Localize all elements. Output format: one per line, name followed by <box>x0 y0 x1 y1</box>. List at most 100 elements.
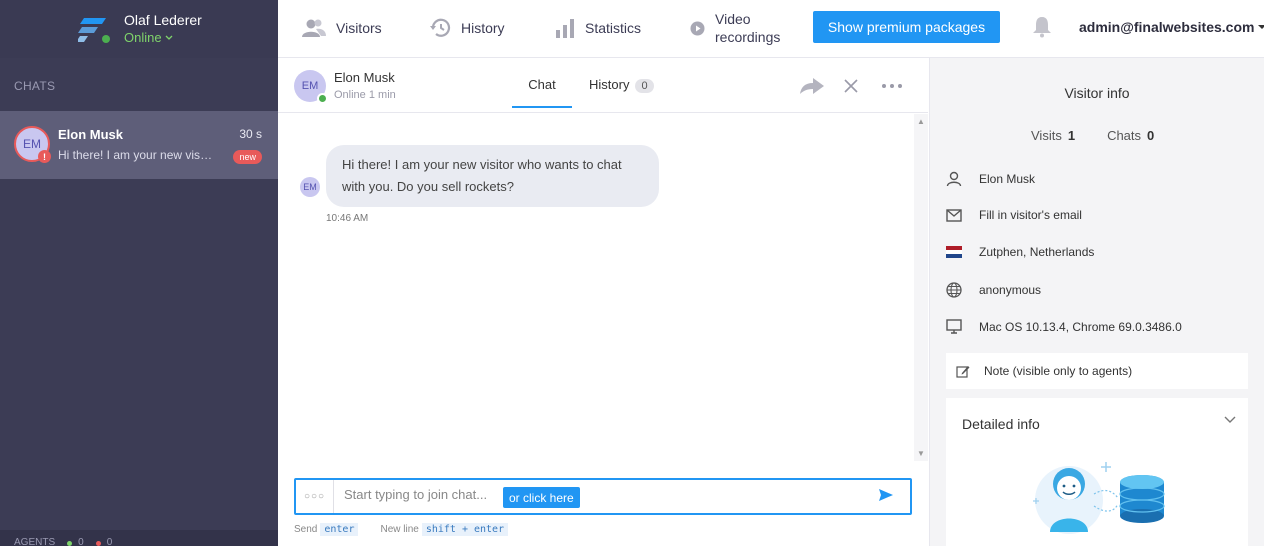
visitor-system: Mac OS 10.13.4, Chrome 69.0.3486.0 <box>979 319 1182 334</box>
nav-video-recordings[interactable]: Video recordings <box>690 0 780 56</box>
offline-dot-icon <box>95 541 101 546</box>
nav-statistics[interactable]: Statistics <box>555 0 641 56</box>
message-composer: ○○○ or click here <box>294 478 912 515</box>
visitor-location-row: Zutphen, Netherlands <box>946 245 1094 259</box>
agents-status-bar[interactable]: AGENTS 0 0 <box>0 530 278 546</box>
chat-item-name: Elon Musk <box>58 127 124 142</box>
play-icon <box>690 21 705 35</box>
monitor-icon <box>946 319 962 334</box>
visitor-info-title: Visitor info <box>1064 85 1130 101</box>
agents-online-count: 0 <box>78 537 84 546</box>
nav-history-label: History <box>461 20 505 36</box>
online-dot-icon <box>67 541 73 546</box>
email-icon <box>946 208 962 222</box>
nav-visitors[interactable]: Visitors <box>302 0 382 56</box>
nav-history[interactable]: History <box>429 0 505 56</box>
history-icon <box>430 18 451 37</box>
forward-icon[interactable] <box>799 77 825 95</box>
visitor-email-field: Fill in visitor's email <box>979 208 1082 222</box>
bell-icon[interactable] <box>1032 16 1052 38</box>
detailed-info-section[interactable]: Detailed info <box>946 398 1248 546</box>
agent-name: Olaf Lederer <box>124 12 202 28</box>
app-logo-icon <box>78 18 110 43</box>
visits-label: Visits <box>1031 128 1062 143</box>
scroll-up-icon[interactable]: ▲ <box>917 117 925 126</box>
history-count-badge: 0 <box>635 79 654 93</box>
visits-value: 1 <box>1067 128 1076 143</box>
chevron-down-icon[interactable] <box>1224 416 1236 424</box>
visitor-info-panel: Visitor info Visits 1 Chats 0 Elon Musk Fi… <box>929 58 1264 546</box>
caret-down-icon <box>1258 25 1264 29</box>
visitor-location: Zutphen, Netherlands <box>979 245 1095 259</box>
visitor-identity-row: anonymous <box>946 282 1041 298</box>
tab-chat-label: Chat <box>528 77 556 92</box>
keyboard-hints: Send enter New line shift + enter <box>294 523 509 536</box>
join-chat-button[interactable]: or click here <box>503 487 580 508</box>
nav-video-label: Video recordings <box>715 10 780 46</box>
nav-statistics-label: Statistics <box>585 20 642 36</box>
message-bubble: Hi there! I am your new visitor who want… <box>326 145 659 207</box>
agent-note-field[interactable]: Note (visible only to agents) <box>946 353 1248 389</box>
chat-item-time: 30 s <box>239 127 262 141</box>
detailed-info-title: Detailed info <box>962 416 1040 432</box>
agent-status-dropdown[interactable]: Online <box>124 29 202 47</box>
chat-scrollbar[interactable]: ▲ ▼ <box>914 114 928 461</box>
top-navigation: Visitors History Statistics Video record… <box>278 0 1264 58</box>
visitor-system-row: Mac OS 10.13.4, Chrome 69.0.3486.0 <box>946 319 1182 334</box>
tab-history[interactable]: History 0 <box>589 77 654 93</box>
hint-send-key: enter <box>320 523 359 536</box>
agent-note-label: Note (visible only to agents) <box>984 364 1133 378</box>
visitor-name-row: Elon Musk <box>946 171 1035 187</box>
agent-status-label: Online <box>124 30 162 45</box>
agent-info: Olaf Lederer Online <box>124 11 202 47</box>
hint-newline-key: shift + enter <box>421 523 509 536</box>
hint-send-label: Send <box>294 524 318 535</box>
chats-section-label: CHATS <box>14 79 56 93</box>
message-input[interactable] <box>344 487 499 502</box>
scroll-down-icon[interactable]: ▼ <box>917 449 925 458</box>
netherlands-flag-icon <box>946 246 962 258</box>
user-icon <box>946 171 962 187</box>
nav-visitors-label: Visitors <box>336 20 382 36</box>
nav-video-label-line2: recordings <box>715 29 781 45</box>
chat-messages-area[interactable]: EM Hi there! I am your new visitor who w… <box>278 114 914 461</box>
chat-item-preview: Hi there! I am your new visitor who want… <box>58 148 213 162</box>
account-email: admin@finalwebsites.com <box>1079 19 1255 35</box>
statistics-icon <box>556 19 574 38</box>
visitor-online-duration: Online 1 min <box>334 89 396 101</box>
visitor-email-row[interactable]: Fill in visitor's email <box>946 208 1082 222</box>
close-icon[interactable] <box>844 79 858 93</box>
left-sidebar: Olaf Lederer Online CHATS EM ! Elon Musk… <box>0 0 278 546</box>
online-indicator-icon <box>317 93 328 104</box>
tab-history-label: History <box>589 77 630 92</box>
hint-newline-label: New line <box>380 524 419 535</box>
agents-offline-count: 0 <box>106 537 113 546</box>
message-time: 10:46 AM <box>326 213 369 224</box>
account-menu[interactable]: admin@finalwebsites.com <box>1079 19 1264 35</box>
more-options-icon[interactable] <box>882 84 902 88</box>
chat-header: EM Elon Musk Online 1 min Chat History 0 <box>278 58 928 113</box>
chats-value: 0 <box>1147 128 1155 143</box>
show-premium-packages-button[interactable]: Show premium packages <box>813 11 1000 43</box>
alert-icon: ! <box>38 150 51 163</box>
visits-stat: Visits 1 <box>1031 128 1075 143</box>
visitor-stats: Visits 1 Chats 0 <box>1031 128 1154 143</box>
message-avatar: EM <box>300 177 320 197</box>
visitors-icon <box>302 19 326 37</box>
visitor-name: Elon Musk <box>979 172 1036 186</box>
composer-options-icon[interactable]: ○○○ <box>296 480 334 513</box>
chat-list-item[interactable]: EM ! Elon Musk 30 s Hi there! I am your … <box>0 111 278 179</box>
chats-stat: Chats 0 <box>1107 128 1154 143</box>
chevron-down-icon <box>165 35 173 40</box>
globe-icon <box>946 282 962 298</box>
tab-chat[interactable]: Chat <box>512 77 572 108</box>
agents-label: AGENTS <box>14 537 56 546</box>
visitor-name-header: Elon Musk <box>334 70 395 85</box>
nav-video-label-line1: Video <box>715 11 751 27</box>
new-badge: new <box>233 150 262 164</box>
edit-icon <box>956 365 970 378</box>
chats-label: Chats <box>1107 128 1142 143</box>
agent-header: Olaf Lederer Online <box>0 0 278 58</box>
send-icon[interactable] <box>878 488 894 502</box>
visitor-identity: anonymous <box>979 283 1042 297</box>
